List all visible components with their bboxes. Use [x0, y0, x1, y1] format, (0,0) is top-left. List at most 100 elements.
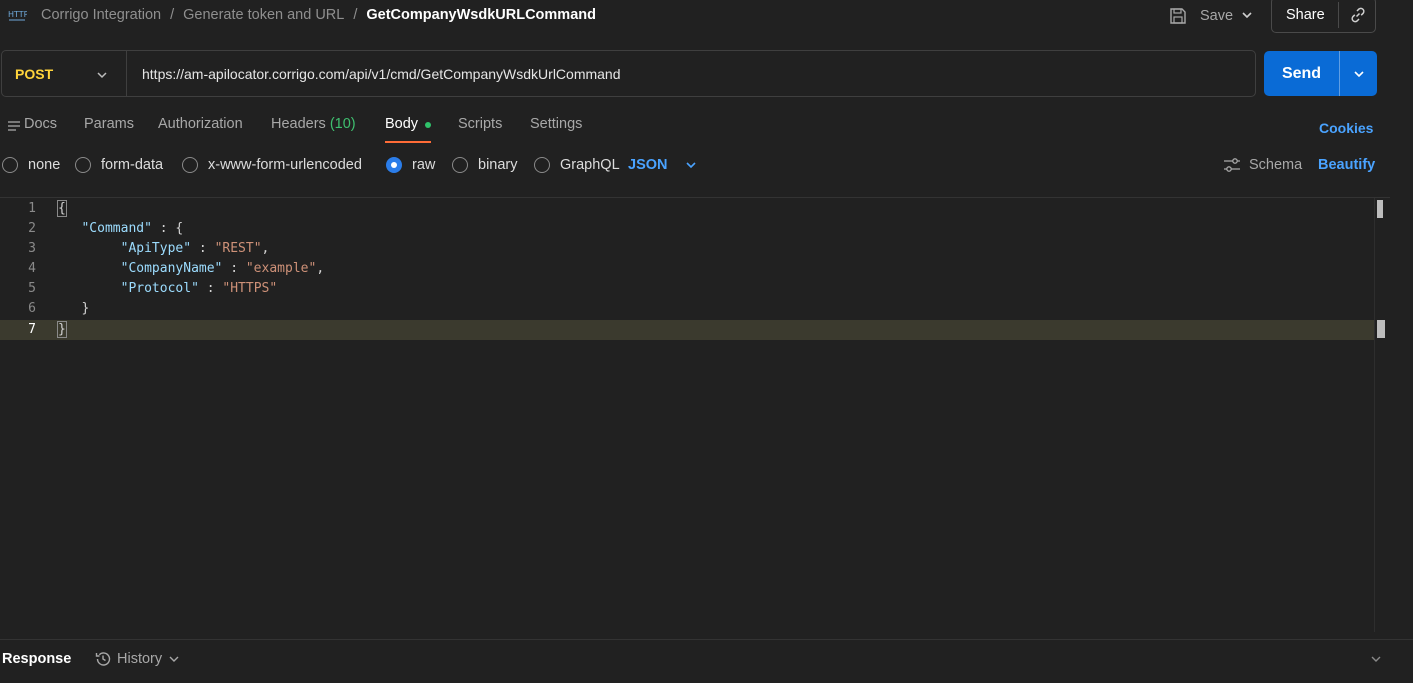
- radio[interactable]: [534, 157, 550, 173]
- request-name[interactable]: GetCompanyWsdkURLCommand: [366, 7, 596, 23]
- tab-headers[interactable]: Headers (10): [271, 116, 356, 132]
- json-key: "ApiType": [120, 241, 192, 256]
- line-number: 2: [28, 221, 36, 236]
- save-label: Save: [1200, 8, 1234, 24]
- option-label: form-data: [101, 157, 164, 173]
- json-value: "REST": [214, 241, 262, 256]
- headers-count: (10): [329, 116, 356, 132]
- beautify-button[interactable]: Beautify: [1318, 157, 1375, 173]
- method-select[interactable]: POST: [15, 66, 53, 82]
- tab-authorization[interactable]: Authorization: [158, 116, 243, 132]
- radio[interactable]: [75, 157, 91, 173]
- line-number: 5: [28, 281, 36, 296]
- editor-line: 3 "ApiType" : "REST",: [0, 239, 1374, 259]
- line-number: 4: [28, 261, 36, 276]
- option-binary[interactable]: binary: [452, 157, 518, 173]
- format-label: JSON: [628, 157, 668, 173]
- top-bar: HTTP Corrigo Integration / Generate toke…: [0, 0, 1413, 36]
- option-label: binary: [478, 157, 518, 173]
- send-button[interactable]: Send: [1264, 51, 1339, 96]
- chevron-down-icon[interactable]: [1240, 8, 1254, 22]
- editor-line: 6 }: [0, 299, 1374, 319]
- brace: {: [57, 200, 67, 217]
- share-button-group: Share: [1271, 0, 1376, 33]
- url-bar: POST https://am-apilocator.corrigo.com/a…: [1, 50, 1256, 97]
- option-label: x-www-form-urlencoded: [208, 157, 362, 173]
- json-value: "HTTPS": [222, 281, 278, 296]
- save-icon: [1170, 8, 1186, 24]
- send-options-button[interactable]: [1340, 51, 1377, 96]
- tab-params[interactable]: Params: [84, 116, 134, 132]
- line-number: 6: [28, 301, 36, 316]
- format-select[interactable]: JSON: [628, 157, 698, 173]
- divider: [1338, 2, 1339, 28]
- history-icon: [95, 652, 111, 666]
- schema-button[interactable]: Schema: [1223, 157, 1302, 173]
- json-value: "example": [245, 261, 317, 276]
- url-input[interactable]: https://am-apilocator.corrigo.com/api/v1…: [142, 66, 621, 82]
- response-bar: Response History: [0, 639, 1413, 683]
- tab-docs[interactable]: Docs: [24, 116, 57, 132]
- sliders-icon: [1224, 158, 1240, 172]
- option-label: raw: [412, 157, 436, 173]
- brace: }: [81, 301, 90, 316]
- code-editor[interactable]: 1 { 2 "Command" : { 3 "ApiType" : "REST"…: [0, 197, 1390, 635]
- editor-scrollbar[interactable]: [1374, 198, 1388, 632]
- line-number: 3: [28, 241, 36, 256]
- breadcrumb-separator: /: [170, 7, 175, 23]
- active-tab-underline: [385, 141, 431, 143]
- radio[interactable]: [182, 157, 198, 173]
- line-number: 7: [28, 322, 36, 337]
- docs-icon: [8, 121, 20, 131]
- send-button-group: Send: [1264, 51, 1377, 96]
- radio-checked[interactable]: [386, 157, 402, 173]
- svg-text:HTTP: HTTP: [8, 10, 27, 19]
- option-graphql[interactable]: GraphQL: [534, 157, 620, 173]
- json-key: "CompanyName": [120, 261, 223, 276]
- chevron-down-icon[interactable]: [1369, 652, 1383, 666]
- option-label: GraphQL: [560, 157, 620, 173]
- history-button[interactable]: History: [94, 650, 180, 668]
- option-urlencoded[interactable]: x-www-form-urlencoded: [182, 157, 362, 173]
- history-label: History: [117, 651, 163, 667]
- tab-body[interactable]: Body: [385, 116, 418, 132]
- save-button[interactable]: Save: [1169, 5, 1233, 27]
- breadcrumb-collection[interactable]: Corrigo Integration: [41, 7, 161, 23]
- chevron-down-icon: [1353, 70, 1364, 77]
- chevron-down-icon: [169, 656, 179, 662]
- body-status-dot: [425, 122, 431, 128]
- editor-line: 4 "CompanyName" : "example",: [0, 259, 1374, 279]
- share-button[interactable]: Share: [1272, 7, 1338, 23]
- breadcrumb: Corrigo Integration / Generate token and…: [41, 7, 596, 23]
- radio[interactable]: [2, 157, 18, 173]
- option-form-data[interactable]: form-data: [75, 157, 163, 173]
- tab-headers-label: Headers: [271, 116, 326, 132]
- scrollbar-marker: [1377, 320, 1385, 338]
- tab-settings[interactable]: Settings: [530, 116, 582, 132]
- cookies-link[interactable]: Cookies: [1319, 120, 1373, 136]
- json-key: "Command": [81, 221, 152, 236]
- chevron-down-icon: [685, 162, 696, 169]
- link-icon[interactable]: [1348, 5, 1368, 25]
- line-number: 1: [28, 201, 36, 216]
- editor-line: 1 {: [0, 199, 1374, 219]
- editor-line-current: 7 }: [0, 320, 1374, 340]
- response-tab[interactable]: Response: [2, 651, 71, 667]
- brace: {: [175, 221, 184, 236]
- brace: }: [57, 321, 67, 338]
- divider: [126, 51, 127, 96]
- breadcrumb-separator: /: [353, 7, 358, 23]
- http-icon: HTTP: [8, 10, 27, 21]
- editor-line: 5 "Protocol" : "HTTPS": [0, 279, 1374, 299]
- radio[interactable]: [452, 157, 468, 173]
- tab-scripts[interactable]: Scripts: [458, 116, 502, 132]
- scrollbar-thumb[interactable]: [1377, 200, 1383, 218]
- option-none[interactable]: none: [2, 157, 60, 173]
- json-key: "Protocol": [120, 281, 199, 296]
- option-label: none: [28, 157, 61, 173]
- option-raw[interactable]: raw: [386, 157, 435, 173]
- schema-label: Schema: [1249, 157, 1303, 173]
- editor-line: 2 "Command" : {: [0, 219, 1374, 239]
- breadcrumb-folder[interactable]: Generate token and URL: [183, 7, 344, 23]
- chevron-down-icon[interactable]: [95, 68, 109, 82]
